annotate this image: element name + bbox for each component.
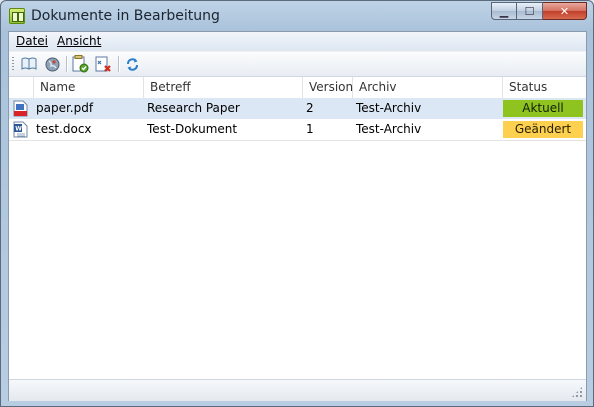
cell-version: 1: [306, 122, 314, 136]
svg-text:W: W: [15, 126, 22, 133]
table-row[interactable]: paper.pdf Research Paper 2 Test-Archiv A…: [9, 98, 586, 119]
toolbar: [9, 52, 586, 77]
open-book-icon: [21, 57, 37, 70]
status-badge: Aktuell: [503, 100, 583, 117]
maximize-button[interactable]: ☐: [517, 2, 543, 20]
column-header-icon[interactable]: [9, 77, 34, 98]
toolbar-separator: [118, 56, 120, 72]
pdf-file-icon: [13, 100, 28, 117]
column-header-betreff[interactable]: Betreff: [144, 77, 303, 98]
cell-version: 2: [306, 101, 314, 115]
column-header-status[interactable]: Status: [503, 77, 586, 98]
document-list: Name Betreff Version Archiv Status paper…: [9, 77, 586, 379]
status-bar: [9, 379, 586, 401]
minimize-button[interactable]: ▁: [491, 2, 517, 20]
checkin-document-button[interactable]: [71, 55, 89, 73]
menu-ansicht[interactable]: Ansicht: [57, 34, 101, 48]
discard-document-icon: [95, 56, 111, 72]
window-title: Dokumente in Bearbeitung: [31, 8, 220, 24]
refresh-icon: [126, 57, 138, 71]
maximize-icon: ☐: [524, 4, 535, 18]
list-header: Name Betreff Version Archiv Status: [9, 77, 586, 99]
caption-buttons: ▁ ☐ ✕: [491, 2, 587, 21]
menu-datei[interactable]: Datei: [16, 34, 48, 48]
toolbar-grip[interactable]: [12, 57, 14, 71]
open-book-button[interactable]: [20, 55, 38, 73]
cell-name: paper.pdf: [36, 101, 94, 115]
table-row[interactable]: W test.docx Test-Dokument 1 Test-Archiv …: [9, 119, 586, 141]
menu-bar: Datei Ansicht: [9, 32, 586, 51]
cell-archive: Test-Archiv: [356, 101, 422, 115]
cell-name: test.docx: [36, 122, 92, 136]
client-area: Datei Ansicht Name Betreff Version Archi…: [8, 31, 587, 401]
close-button[interactable]: ✕: [543, 2, 587, 20]
resize-grip-icon[interactable]: [571, 386, 583, 398]
checkin-document-icon: [72, 55, 89, 73]
column-header-name[interactable]: Name: [34, 77, 144, 98]
refresh-button[interactable]: [123, 55, 141, 73]
cell-subject: Test-Dokument: [147, 122, 238, 136]
word-file-icon: W: [13, 121, 28, 138]
column-header-version[interactable]: Version: [303, 77, 353, 98]
app-icon: [9, 8, 25, 24]
status-badge: Geändert: [503, 121, 583, 138]
title-bar[interactable]: Dokumente in Bearbeitung ▁ ☐ ✕: [1, 1, 593, 31]
toolbar-separator: [66, 56, 68, 72]
minimize-icon: ▁: [499, 4, 509, 18]
column-header-archiv[interactable]: Archiv: [353, 77, 503, 98]
close-icon: ✕: [559, 4, 570, 18]
application-window: Dokumente in Bearbeitung ▁ ☐ ✕ Datei Ans…: [0, 0, 594, 407]
cell-subject: Research Paper: [147, 101, 240, 115]
cell-archive: Test-Archiv: [356, 122, 422, 136]
discard-document-button[interactable]: [94, 55, 112, 73]
globe-button[interactable]: [43, 55, 61, 73]
globe-icon: [45, 57, 59, 71]
